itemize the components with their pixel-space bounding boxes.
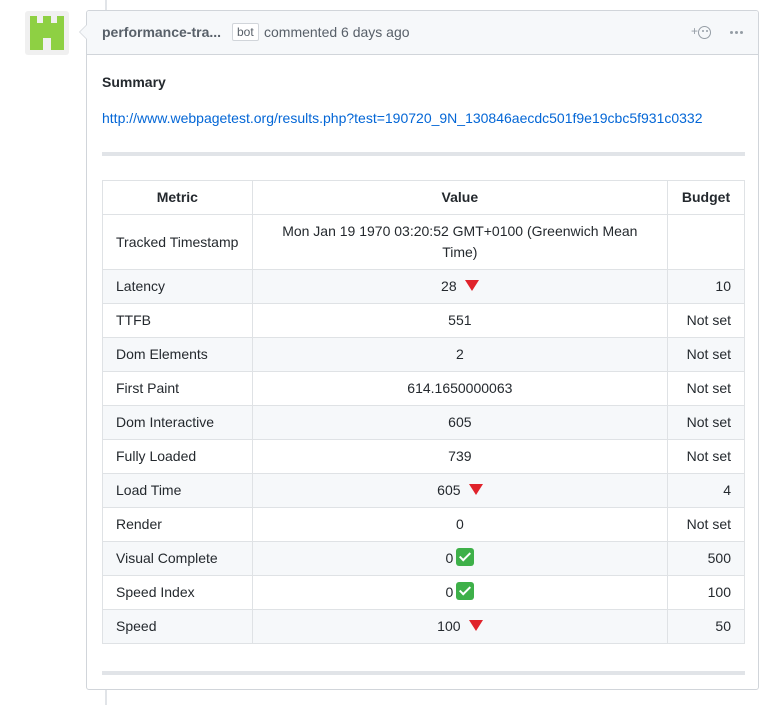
over-budget-icon [468, 620, 483, 631]
metric-value: 0 [455, 516, 464, 532]
budget-value: 10 [667, 269, 745, 304]
metric-name: Render [102, 507, 253, 542]
metric-name: Tracked Timestamp [102, 214, 253, 270]
metric-value: 605 [448, 414, 472, 430]
metric-value-cell: 0 [251, 541, 669, 576]
table-row: TTFB 551 Not set [102, 303, 745, 338]
metric-name: Latency [102, 269, 253, 304]
kebab-dot-icon [730, 31, 733, 34]
metric-header: Metric [102, 180, 253, 215]
metrics-table-body: Tracked Timestamp Mon Jan 19 1970 03:20:5… [102, 214, 745, 644]
divider [102, 152, 745, 156]
within-budget-icon [456, 548, 475, 566]
table-row: Tracked Timestamp Mon Jan 19 1970 03:20:5… [102, 214, 745, 270]
metric-value-cell: 551 [251, 303, 669, 338]
metric-name: Visual Complete [102, 541, 253, 576]
metric-value: Mon Jan 19 1970 03:20:52 GMT+0100 (Green… [282, 223, 638, 260]
budget-value: Not set [667, 439, 745, 474]
bot-badge: bot [232, 23, 259, 41]
budget-value: 4 [667, 473, 745, 508]
summary-heading: Summary [102, 74, 166, 90]
smiley-icon [698, 26, 712, 39]
over-budget-icon [468, 484, 483, 495]
metric-name: TTFB [102, 303, 253, 338]
metric-value-cell: 614.1650000063 [251, 371, 669, 406]
table-row: Latency 28 10 [102, 269, 745, 304]
metric-value-cell: 739 [251, 439, 669, 474]
metric-value-cell: 28 [251, 269, 669, 304]
table-row: Fully Loaded 739 Not set [102, 439, 745, 474]
budget-value: 500 [667, 541, 745, 576]
comment-box: performance-tra... bot commented 6 days … [79, 10, 759, 690]
metric-name: First Paint [102, 371, 253, 406]
metric-name: Load Time [102, 473, 253, 508]
metric-name: Speed [102, 609, 253, 644]
budget-header: Budget [667, 180, 745, 215]
divider [102, 671, 745, 675]
within-budget-icon [456, 582, 475, 600]
bot-avatar[interactable] [25, 11, 69, 55]
budget-value: 100 [667, 575, 745, 610]
budget-value: 50 [667, 609, 745, 644]
add-reaction-button[interactable]: + [691, 24, 712, 40]
metric-value-cell: 100 [251, 609, 669, 644]
table-row: Dom Elements 2 Not set [102, 337, 745, 372]
table-header-row: Metric Value Budget [102, 180, 745, 215]
metric-value-cell: 0 [251, 575, 669, 610]
more-options-button[interactable] [730, 31, 744, 34]
budget-value: Not set [667, 405, 745, 440]
table-row: Load Time 605 4 [102, 473, 745, 508]
metric-value-cell: 605 [251, 473, 669, 508]
metric-value: 605 [437, 482, 461, 498]
table-row: Visual Complete 0 500 [102, 541, 745, 576]
metric-value-cell: 605 [251, 405, 669, 440]
table-row: Speed 100 50 [102, 609, 745, 644]
metric-value: 0 [445, 584, 454, 600]
identicon-icon [25, 11, 69, 55]
metric-value: 0 [445, 550, 454, 566]
author-link[interactable]: performance-tra... [102, 24, 221, 40]
metric-name: Fully Loaded [102, 439, 253, 474]
metric-value: 614.1650000063 [407, 380, 513, 396]
metrics-table: Metric Value Budget Tracked Timestamp Mon… [102, 180, 745, 644]
metric-value: 2 [455, 346, 464, 362]
metric-name: Dom Interactive [102, 405, 253, 440]
comment-timestamp[interactable]: commented 6 days ago [264, 24, 410, 40]
metric-name: Speed Index [102, 575, 253, 610]
metric-name: Dom Elements [102, 337, 253, 372]
value-header: Value [251, 180, 669, 215]
webpagetest-results-link[interactable]: http://www.webpagetest.org/results.php?t… [102, 110, 703, 126]
over-budget-icon [464, 280, 479, 291]
budget-value: Not set [667, 337, 745, 372]
table-row: Render 0 Not set [102, 507, 745, 542]
metric-value: 28 [441, 278, 457, 294]
plus-icon: + [691, 24, 699, 38]
table-row: First Paint 614.1650000063 Not set [102, 371, 745, 406]
metric-value: 551 [448, 312, 472, 328]
budget-value: Not set [667, 303, 745, 338]
metric-value-cell: Mon Jan 19 1970 03:20:52 GMT+0100 (Green… [251, 214, 669, 270]
metric-value: 100 [437, 618, 461, 634]
table-row: Speed Index 0 100 [102, 575, 745, 610]
comment-header: performance-tra... bot commented 6 days … [79, 11, 758, 55]
metric-value: 739 [448, 448, 472, 464]
budget-value: Not set [667, 371, 745, 406]
budget-value: Not set [667, 507, 745, 542]
metric-value-cell: 0 [251, 507, 669, 542]
table-row: Dom Interactive 605 Not set [102, 405, 745, 440]
metric-value-cell: 2 [251, 337, 669, 372]
budget-value [667, 214, 745, 270]
